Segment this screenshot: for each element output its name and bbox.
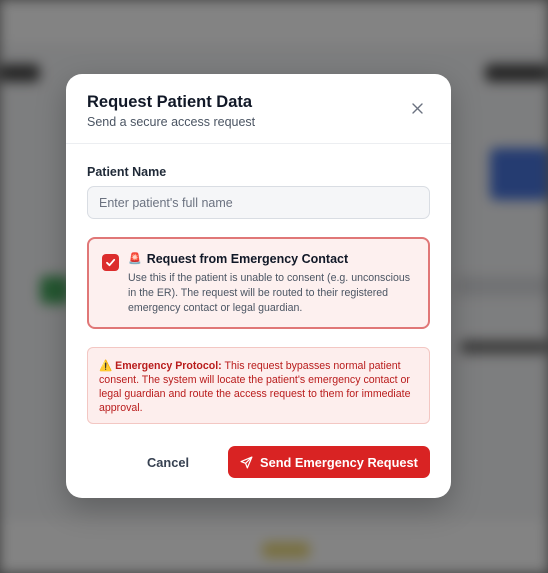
emergency-option-description: Use this if the patient is unable to con… — [128, 272, 411, 314]
dialog-body: Patient Name 🚨 Request from Emergency Co… — [66, 144, 451, 424]
dialog-title: Request Patient Data — [87, 93, 253, 111]
dialog-header: Request Patient Data Send a secure acces… — [66, 74, 451, 144]
request-patient-data-dialog: Request Patient Data Send a secure acces… — [66, 74, 451, 498]
emergency-option-text: 🚨 Request from Emergency Contact Use thi… — [128, 252, 418, 327]
emergency-contact-option[interactable]: 🚨 Request from Emergency Contact Use thi… — [87, 237, 430, 329]
patient-name-input[interactable] — [87, 186, 430, 219]
siren-icon: 🚨 — [128, 253, 142, 265]
emergency-contact-checkbox[interactable] — [102, 254, 119, 271]
checkmark-icon — [106, 258, 116, 267]
dialog-footer: Cancel Send Emergency Request — [66, 446, 451, 478]
send-emergency-request-button[interactable]: Send Emergency Request — [228, 446, 430, 478]
cancel-button[interactable]: Cancel — [131, 449, 205, 476]
send-button-label: Send Emergency Request — [260, 454, 418, 470]
dialog-subtitle: Send a secure access request — [87, 115, 256, 129]
close-button[interactable] — [409, 100, 425, 116]
close-icon — [411, 102, 423, 114]
emergency-option-title: Request from Emergency Contact — [146, 252, 349, 266]
protocol-heading: Emergency Protocol: — [115, 360, 222, 372]
patient-name-label: Patient Name — [87, 165, 167, 179]
warning-icon: ⚠️ — [99, 360, 113, 372]
send-icon — [240, 456, 253, 468]
emergency-protocol-notice: ⚠️ Emergency Protocol: This request bypa… — [87, 347, 430, 424]
